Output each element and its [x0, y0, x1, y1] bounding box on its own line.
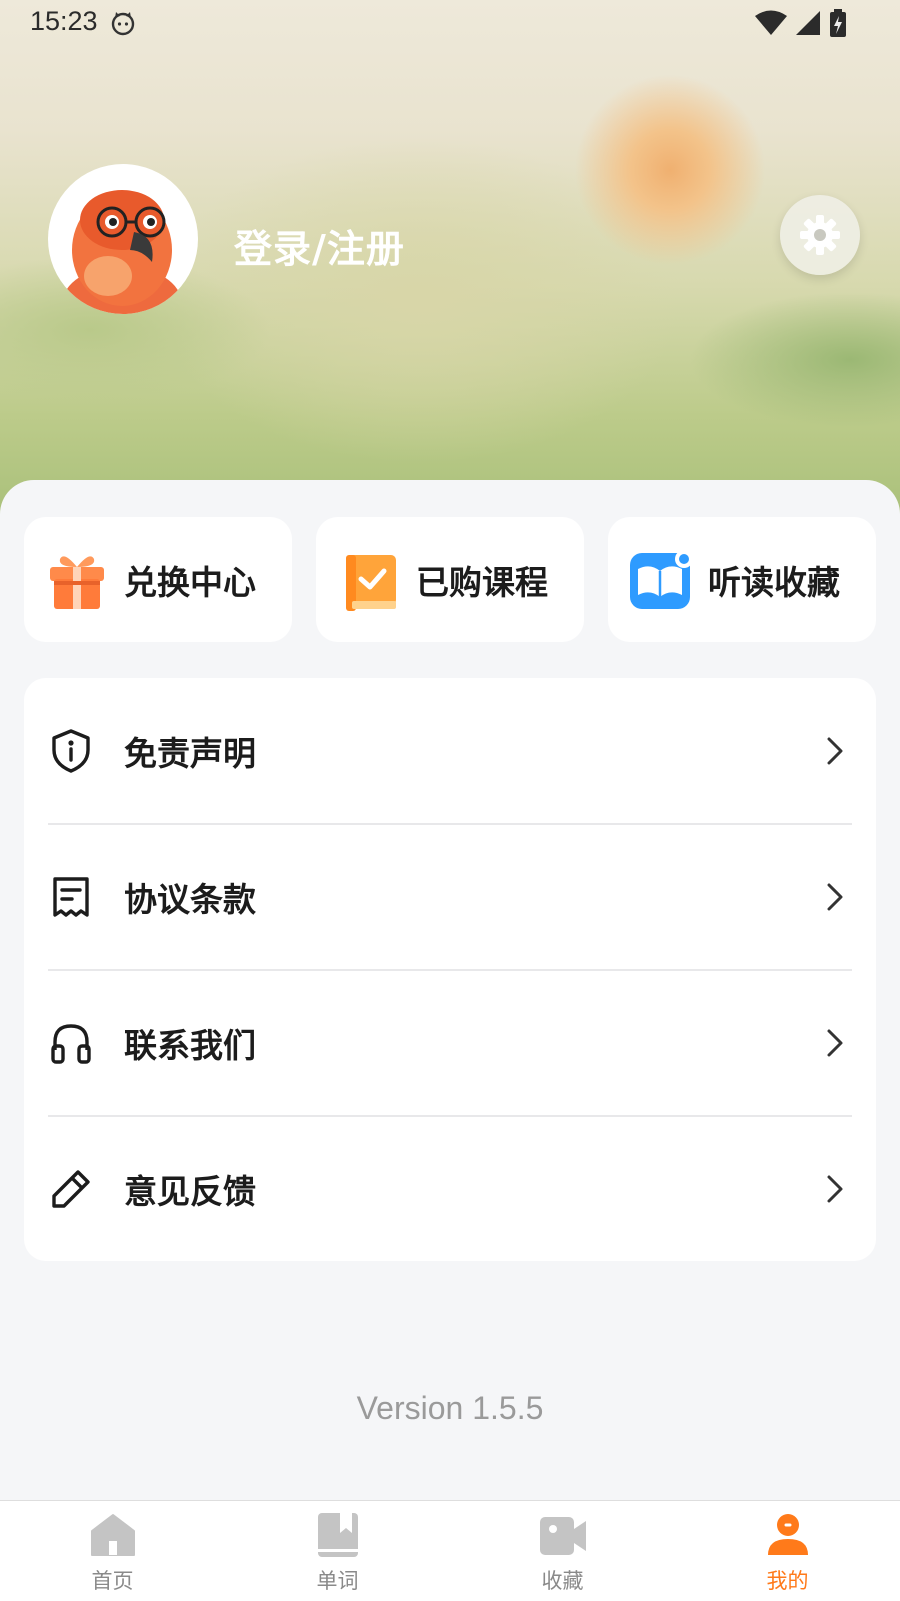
cellular-signal-icon [794, 9, 822, 41]
tab-label: 首页 [91, 1569, 134, 1593]
status-bar: 15:23 [0, 0, 900, 48]
quick-action-label: 兑换中心 [124, 562, 256, 602]
settings-menu-list: 免责声明 协议条款 联系我们 意见反馈 [24, 678, 876, 1261]
menu-item-disclaimer[interactable]: 免责声明 [24, 678, 876, 824]
chevron-right-icon [824, 1173, 846, 1205]
chevron-right-icon [824, 881, 846, 913]
purchased-courses-card[interactable]: 已购课程 [316, 517, 584, 642]
tab-mine[interactable]: 我的 [675, 1501, 900, 1601]
home-icon [89, 1511, 137, 1559]
open-book-icon [628, 547, 694, 613]
app-version-text: Version 1.5.5 [356, 1390, 544, 1426]
quick-action-label: 听读收藏 [708, 562, 840, 602]
person-icon [764, 1511, 812, 1559]
menu-item-terms[interactable]: 协议条款 [24, 824, 876, 970]
tab-label: 我的 [766, 1569, 809, 1593]
tab-favorites[interactable]: 收藏 [450, 1501, 675, 1601]
shield-info-icon [48, 728, 94, 774]
gift-icon [44, 547, 110, 613]
bookmark-book-icon [314, 1511, 362, 1559]
tab-words[interactable]: 单词 [225, 1501, 450, 1601]
battery-icon [828, 8, 848, 42]
tab-label: 收藏 [541, 1569, 584, 1593]
headphones-icon [48, 1020, 94, 1066]
cat-notification-icon [110, 10, 136, 40]
video-camera-icon [539, 1511, 587, 1559]
menu-item-label: 协议条款 [124, 880, 256, 919]
chevron-right-icon [824, 1027, 846, 1059]
wifi-icon [754, 9, 788, 41]
bottom-tab-bar: 首页 单词 收藏 我的 [0, 1500, 900, 1601]
listening-favorites-card[interactable]: 听读收藏 [608, 517, 876, 642]
menu-item-label: 意见反馈 [124, 1172, 256, 1211]
settings-button[interactable] [780, 195, 860, 275]
tab-home[interactable]: 首页 [0, 1501, 225, 1601]
pencil-icon [48, 1166, 94, 1212]
status-time: 15:23 [30, 6, 98, 36]
login-register-link[interactable]: 登录/注册 [234, 218, 405, 273]
parrot-avatar-icon [62, 190, 182, 314]
gear-icon [800, 215, 840, 255]
book-check-icon [336, 547, 402, 613]
menu-item-label: 联系我们 [124, 1026, 256, 1065]
chevron-right-icon [824, 735, 846, 767]
quick-action-label: 已购课程 [416, 562, 548, 602]
avatar[interactable] [48, 164, 198, 314]
menu-item-feedback[interactable]: 意见反馈 [24, 1116, 876, 1262]
redeem-center-card[interactable]: 兑换中心 [24, 517, 292, 642]
menu-item-label: 免责声明 [124, 734, 256, 773]
tab-label: 单词 [316, 1569, 359, 1593]
menu-item-contact-us[interactable]: 联系我们 [24, 970, 876, 1116]
receipt-icon [48, 874, 94, 920]
